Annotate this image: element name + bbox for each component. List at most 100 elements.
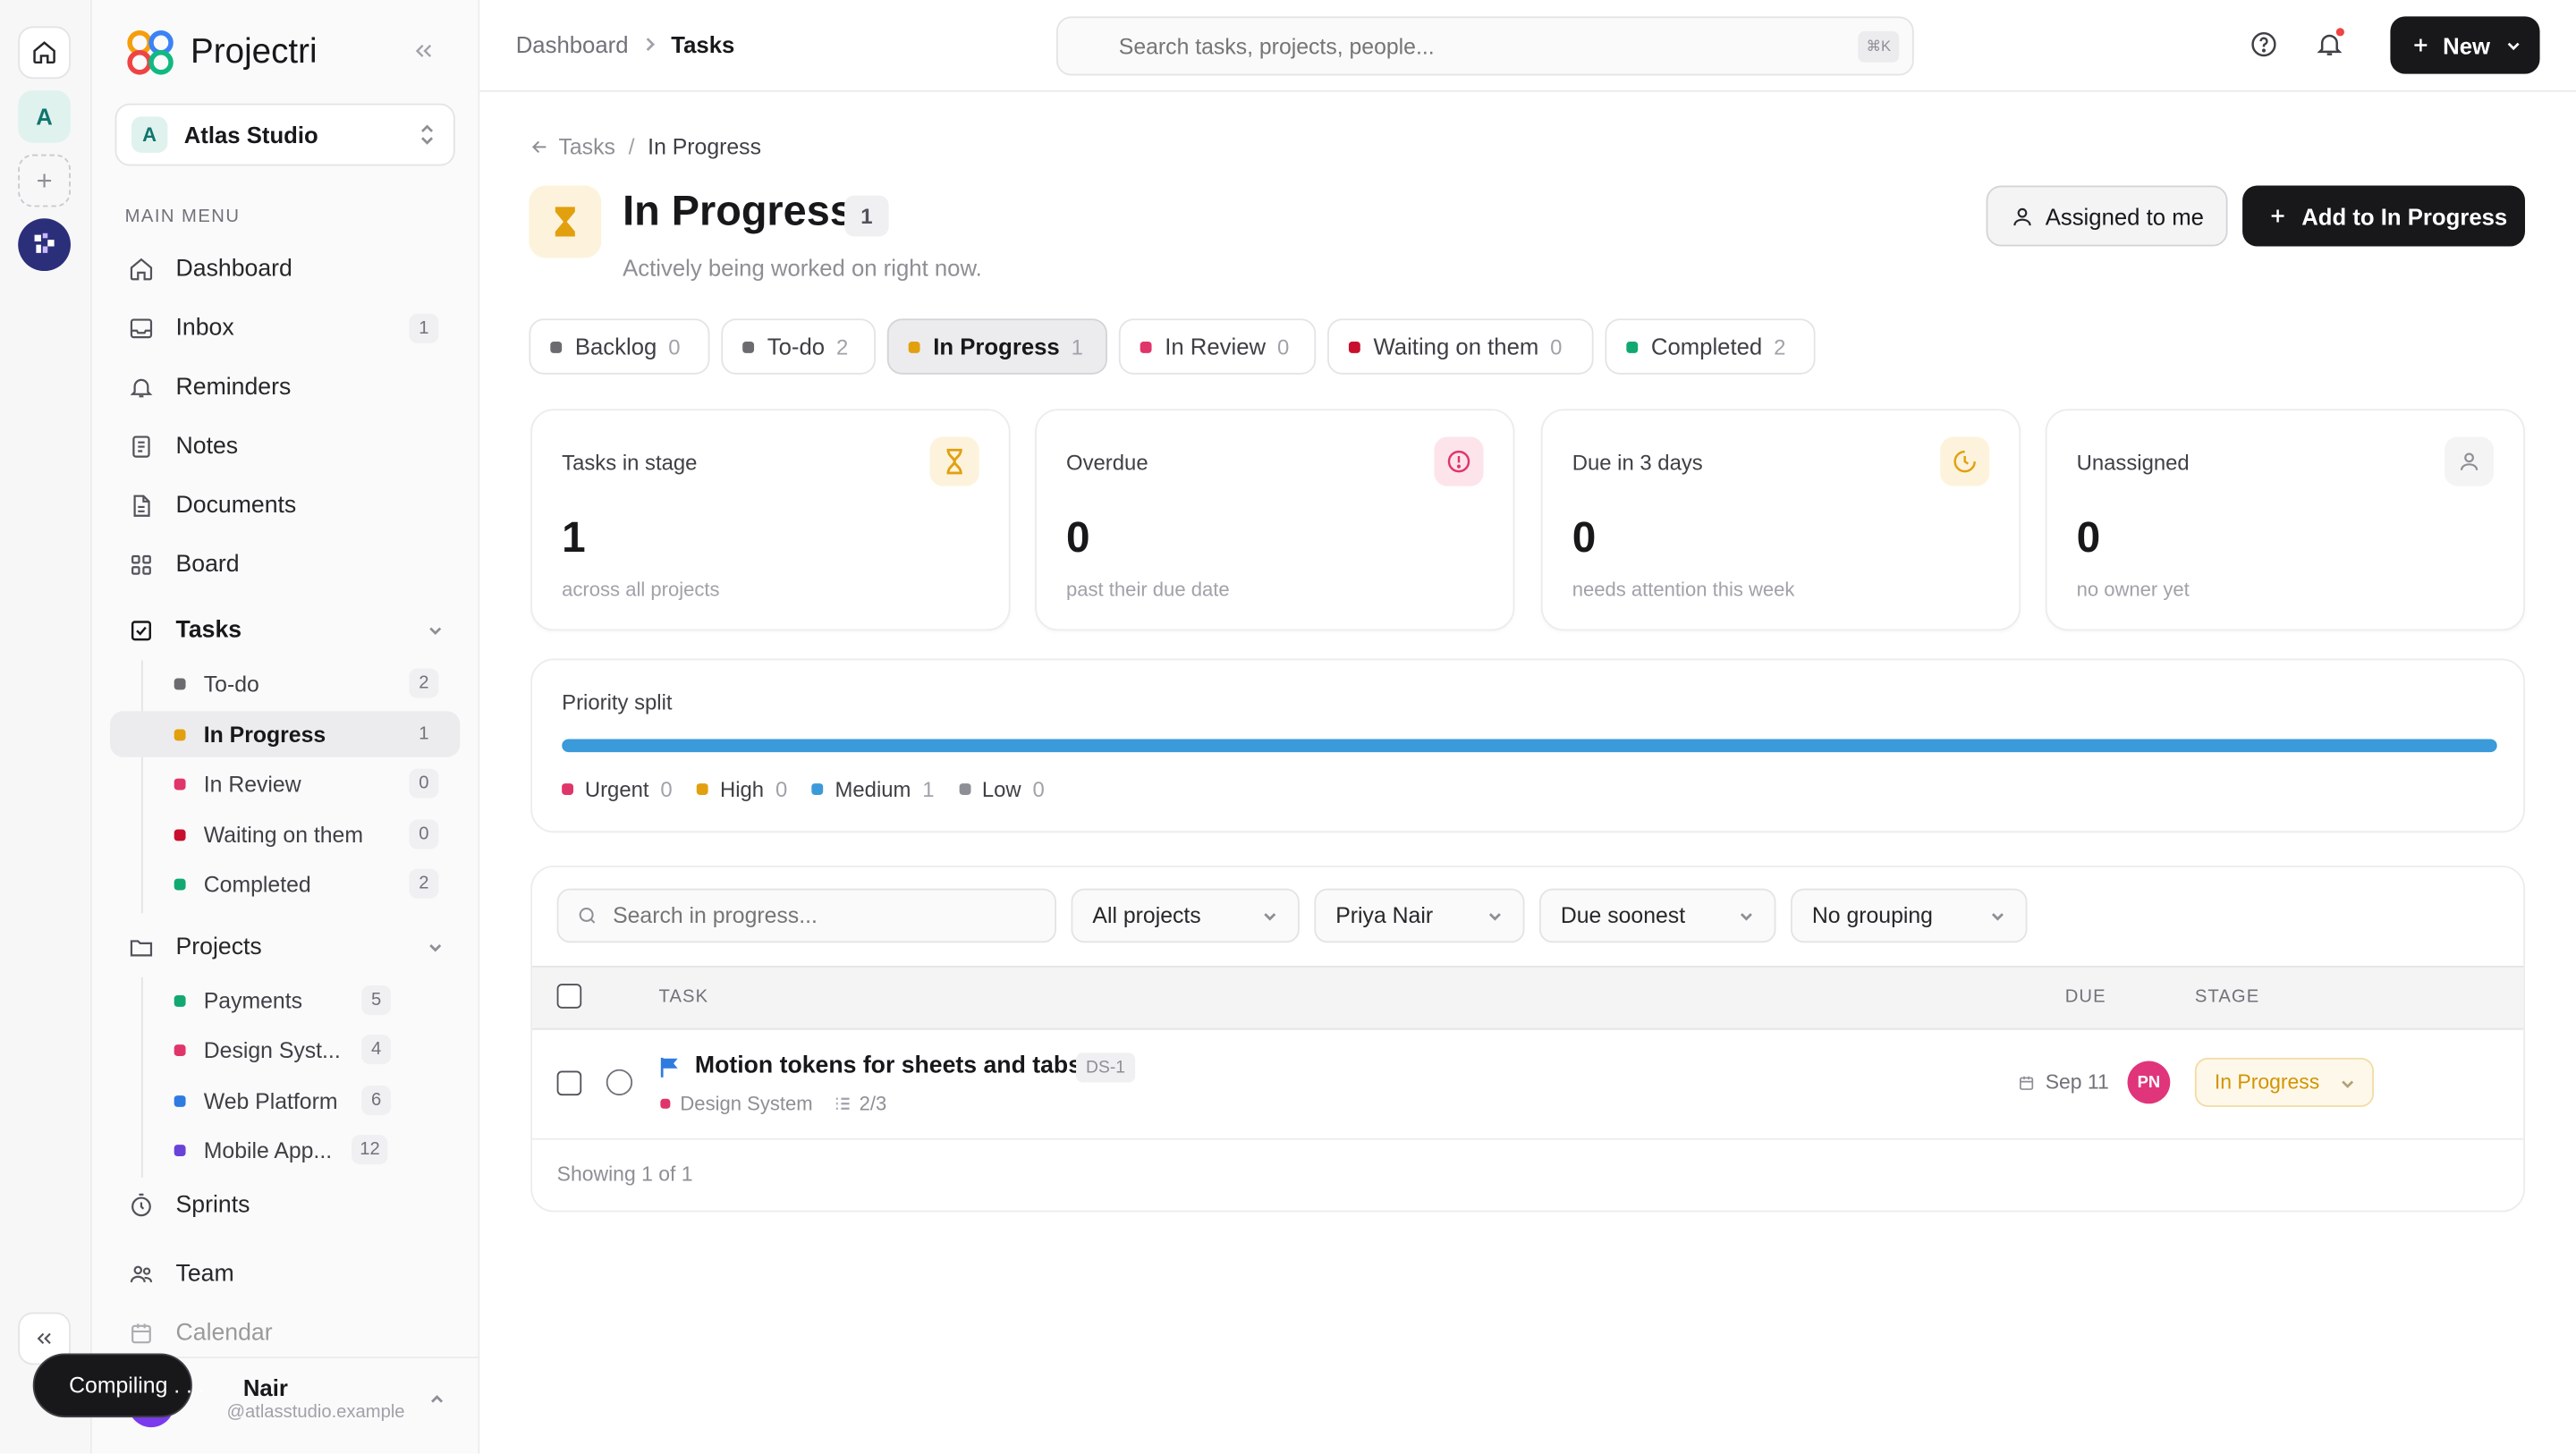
user-name: Nair bbox=[242, 1374, 288, 1401]
add-to-stage-label: Add to In Progress bbox=[2301, 202, 2508, 230]
task-project: Design System bbox=[680, 1092, 813, 1116]
sidebar-item-label: Calendar bbox=[175, 1320, 273, 1348]
table-row[interactable]: Motion tokens for sheets and tabs DS-1 D… bbox=[532, 1030, 2523, 1137]
compiling-indicator[interactable]: Compiling . . . bbox=[32, 1353, 205, 1418]
sidebar-item-label: Notes bbox=[175, 433, 239, 461]
add-workspace-button[interactable] bbox=[18, 154, 71, 207]
tab-label: In Review bbox=[1165, 333, 1267, 360]
sidebar-project-design-system[interactable]: Design Syst... 4 bbox=[110, 1027, 460, 1072]
complete-circle-toggle[interactable] bbox=[606, 1069, 633, 1096]
count-badge: 0 bbox=[409, 768, 439, 799]
stage-icon-tile bbox=[529, 185, 602, 258]
table-search[interactable] bbox=[556, 888, 1056, 943]
breadcrumb-dashboard[interactable]: Dashboard bbox=[516, 31, 629, 57]
sidebar-item-label: Reminders bbox=[175, 374, 292, 402]
app-rail: A bbox=[0, 0, 92, 1454]
medium-swatch bbox=[811, 783, 824, 795]
select-all-checkbox[interactable] bbox=[556, 984, 582, 1009]
sidebar-item-label: Dashboard bbox=[175, 256, 292, 283]
sidebar-item-calendar[interactable]: Calendar bbox=[112, 1307, 460, 1360]
chevron-down-icon bbox=[2342, 1080, 2354, 1088]
user-icon bbox=[2445, 436, 2495, 486]
tab-in-progress[interactable]: In Progress 1 bbox=[886, 318, 1107, 375]
sidebar-item-documents[interactable]: Documents bbox=[112, 479, 460, 532]
sidebar-item-projects[interactable]: Projects bbox=[112, 921, 460, 974]
sidebar-item-board[interactable]: Board bbox=[112, 538, 460, 591]
sidebar-subitem-in-progress[interactable]: In Progress 1 bbox=[110, 711, 461, 757]
column-header-stage[interactable]: STAGE bbox=[2195, 987, 2260, 1007]
sidebar-subitem-in-review[interactable]: In Review 0 bbox=[110, 760, 460, 806]
stat-card-tasks-in-stage: Tasks in stage 1 across all projects bbox=[530, 409, 1011, 631]
workspace-avatar[interactable]: A bbox=[18, 90, 71, 143]
table-search-input[interactable] bbox=[613, 903, 1040, 928]
assigned-to-me-button[interactable]: Assigned to me bbox=[1986, 185, 2228, 247]
folder-icon bbox=[128, 934, 154, 960]
task-title[interactable]: Motion tokens for sheets and tabs bbox=[695, 1052, 1081, 1078]
sidebar-subitem-completed[interactable]: Completed 2 bbox=[110, 860, 460, 906]
sidebar-item-dashboard[interactable]: Dashboard bbox=[112, 243, 460, 296]
home-button[interactable] bbox=[18, 26, 71, 80]
assignee-filter-select[interactable]: Priya Nair bbox=[1314, 888, 1525, 943]
count-badge: 6 bbox=[361, 1086, 392, 1116]
help-button[interactable] bbox=[2249, 30, 2278, 67]
help-circle-icon bbox=[2251, 31, 2276, 57]
assignee-avatar[interactable]: PN bbox=[2127, 1061, 2171, 1104]
new-button[interactable]: New bbox=[2390, 16, 2540, 74]
project-dot bbox=[174, 1044, 186, 1056]
stage-select[interactable]: In Progress bbox=[2194, 1057, 2375, 1107]
back-to-tasks-link[interactable]: Tasks bbox=[558, 135, 614, 160]
tab-count: 2 bbox=[1774, 334, 1786, 359]
collapse-sidebar-button[interactable] bbox=[411, 38, 436, 72]
alert-circle-icon bbox=[1434, 436, 1484, 486]
sidebar-subitem-waiting[interactable]: Waiting on them 0 bbox=[110, 811, 460, 857]
sidebar-project-payments[interactable]: Payments 5 bbox=[110, 977, 460, 1023]
sort-select[interactable]: Due soonest bbox=[1538, 888, 1776, 943]
sidebar-item-team[interactable]: Team bbox=[112, 1248, 460, 1301]
sidebar-item-notes[interactable]: Notes bbox=[112, 420, 460, 473]
stat-value: 0 bbox=[2076, 512, 2101, 562]
tab-backlog[interactable]: Backlog 0 bbox=[529, 318, 710, 375]
column-header-due[interactable]: DUE bbox=[2065, 987, 2106, 1007]
sidebar-item-inbox[interactable]: Inbox 1 bbox=[112, 302, 460, 355]
stat-sub: no owner yet bbox=[2076, 578, 2190, 602]
notepad-icon bbox=[128, 434, 154, 460]
tab-completed[interactable]: Completed 2 bbox=[1605, 318, 1816, 375]
stage-dot bbox=[908, 341, 920, 352]
add-to-stage-button[interactable]: Add to In Progress bbox=[2242, 185, 2526, 247]
stage-dot bbox=[1348, 341, 1360, 352]
select-value: No grouping bbox=[1811, 903, 1933, 928]
sidebar-item-reminders[interactable]: Reminders bbox=[112, 361, 460, 414]
tab-in-review[interactable]: In Review 0 bbox=[1118, 318, 1317, 375]
stat-label: Unassigned bbox=[2076, 450, 2190, 475]
crumb-separator: / bbox=[628, 134, 635, 160]
sidebar-project-web-platform[interactable]: Web Platform 6 bbox=[110, 1078, 460, 1123]
sidebar-item-tasks[interactable]: Tasks bbox=[112, 604, 460, 657]
sidebar-subitem-todo[interactable]: To-do 2 bbox=[110, 660, 460, 706]
stat-label: Tasks in stage bbox=[562, 450, 698, 475]
app-logo-avatar[interactable] bbox=[18, 218, 71, 272]
tab-count: 1 bbox=[1071, 334, 1083, 359]
count-badge: 12 bbox=[352, 1135, 388, 1165]
sidebar-item-label: Board bbox=[175, 552, 240, 579]
tab-waiting-on-them[interactable]: Waiting on them 0 bbox=[1327, 318, 1594, 375]
sidebar-item-sprints[interactable]: Sprints bbox=[112, 1179, 460, 1232]
users-icon bbox=[128, 1262, 154, 1288]
workspace-switcher[interactable]: A Atlas Studio bbox=[114, 103, 455, 166]
projectri-logo-icon bbox=[127, 30, 174, 75]
tab-todo[interactable]: To-do 2 bbox=[721, 318, 876, 375]
stat-value: 0 bbox=[1572, 512, 1597, 562]
project-filter-select[interactable]: All projects bbox=[1071, 888, 1300, 943]
row-checkbox[interactable] bbox=[556, 1070, 582, 1096]
sidebar-project-mobile-app[interactable]: Mobile App... 12 bbox=[110, 1127, 460, 1172]
global-search[interactable]: ⌘K bbox=[1055, 16, 1914, 76]
checkbox-icon bbox=[128, 618, 154, 644]
notifications-button[interactable] bbox=[2315, 28, 2344, 67]
main-menu-label: MAIN MENU bbox=[124, 207, 241, 227]
column-header-task[interactable]: TASK bbox=[659, 987, 709, 1007]
grouping-select[interactable]: No grouping bbox=[1791, 888, 2028, 943]
project-label: Design Syst... bbox=[203, 1036, 341, 1062]
project-dot bbox=[174, 1095, 186, 1107]
stage-dot bbox=[174, 828, 186, 841]
plus-icon bbox=[2414, 38, 2428, 52]
global-search-input[interactable] bbox=[1118, 33, 1809, 59]
